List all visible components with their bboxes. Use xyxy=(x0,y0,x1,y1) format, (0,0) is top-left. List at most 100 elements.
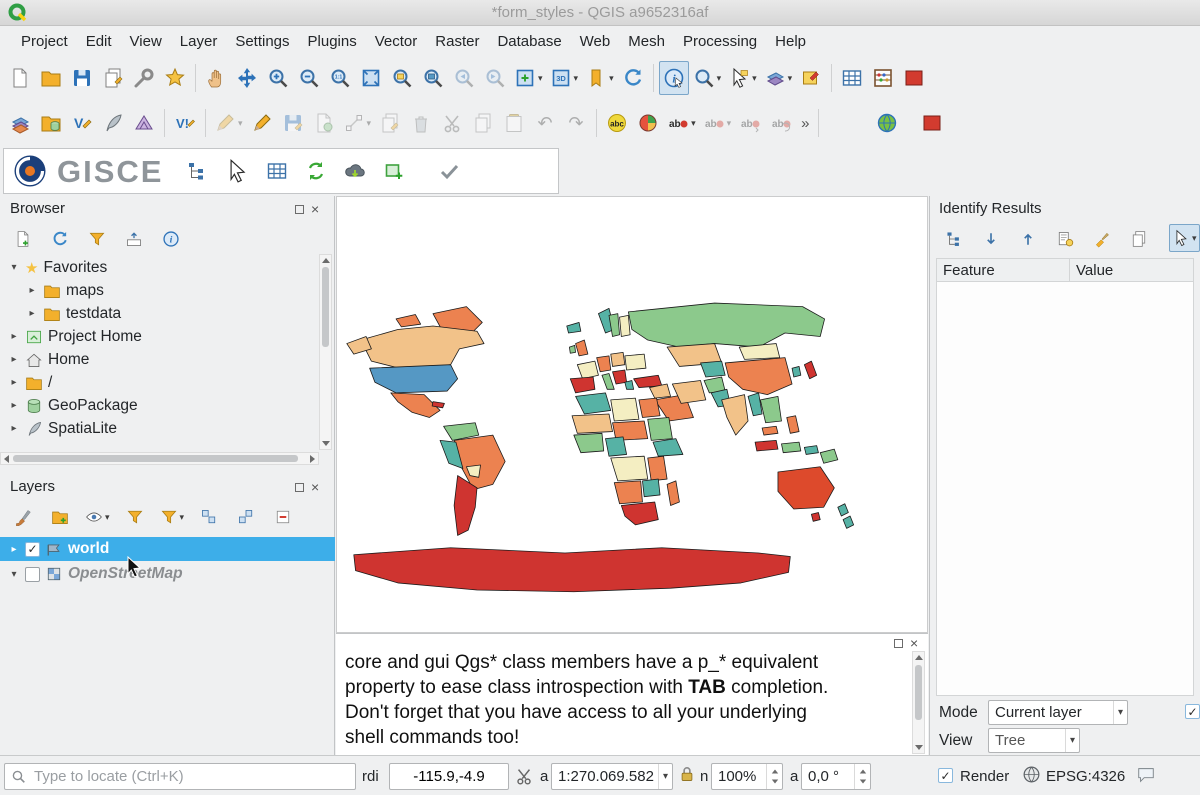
browser-item-testdata[interactable]: ▸ testdata xyxy=(0,302,318,325)
zoom-in-button[interactable] xyxy=(263,61,293,95)
float-panel-button[interactable] xyxy=(295,483,304,492)
new-3d-map-view-button[interactable]: 3D▾ xyxy=(547,61,582,95)
browser-properties-button[interactable] xyxy=(156,226,186,252)
filter-browser-button[interactable] xyxy=(82,226,112,252)
metasearch-button[interactable] xyxy=(872,106,902,140)
render-checkbox[interactable]: ✓ xyxy=(938,768,953,783)
layer-styling-button[interactable] xyxy=(8,504,38,530)
pan-map-button[interactable] xyxy=(201,61,231,95)
show-bookmarks-button[interactable]: ▾ xyxy=(582,61,617,95)
zoom-next-button[interactable] xyxy=(480,61,510,95)
console-vertical-scrollbar[interactable] xyxy=(912,651,925,754)
new-spatialite-layer-button[interactable] xyxy=(98,106,128,140)
spin-buttons[interactable] xyxy=(854,764,870,789)
collapse-all-layers-button[interactable] xyxy=(231,504,261,530)
browser-item-geopackage[interactable]: ▸ GeoPackage xyxy=(0,394,318,417)
identify-auto-open-form-button[interactable] xyxy=(1050,226,1080,252)
expander-icon[interactable]: ▾ xyxy=(8,569,20,580)
new-mesh-layer-button[interactable] xyxy=(129,106,159,140)
save-layer-edits-button[interactable] xyxy=(278,106,308,140)
expander-icon[interactable]: ▸ xyxy=(8,377,20,388)
clipped-toolbar-button[interactable] xyxy=(899,61,927,95)
vertex-tool-button[interactable]: ▾ xyxy=(340,106,375,140)
modify-attributes-button[interactable] xyxy=(375,106,405,140)
menu-view[interactable]: View xyxy=(121,28,171,55)
zoom-last-button[interactable] xyxy=(449,61,479,95)
menu-layer[interactable]: Layer xyxy=(171,28,227,55)
zoom-native-button[interactable]: 1:1 xyxy=(325,61,355,95)
browser-item-home[interactable]: ▸ Home xyxy=(0,348,318,371)
zoom-to-selection-button[interactable] xyxy=(387,61,417,95)
expand-all-layers-button[interactable] xyxy=(194,504,224,530)
menu-processing[interactable]: Processing xyxy=(674,28,766,55)
expander-icon[interactable]: ▸ xyxy=(26,285,38,296)
add-selected-layers-button[interactable] xyxy=(8,226,38,252)
manage-map-themes-button[interactable]: ▾ xyxy=(82,504,113,530)
layer-item-openstreetmap[interactable]: ▾ OpenStreetMap xyxy=(0,562,318,586)
identify-results-table[interactable] xyxy=(936,282,1194,696)
toolbar-overflow-icon[interactable]: » xyxy=(797,115,813,132)
float-panel-button[interactable] xyxy=(295,205,304,214)
menu-web[interactable]: Web xyxy=(571,28,620,55)
gisce-sync-button[interactable] xyxy=(301,154,331,188)
paste-features-button[interactable] xyxy=(499,106,529,140)
layer-diagram-button[interactable] xyxy=(633,106,663,140)
data-source-manager-button[interactable] xyxy=(5,106,35,140)
deselect-features-button[interactable]: ▾ xyxy=(761,61,796,95)
identify-expand-all-button[interactable] xyxy=(976,226,1006,252)
select-features-menu-button[interactable]: ▾ xyxy=(690,61,725,95)
add-feature-button[interactable] xyxy=(309,106,339,140)
rotate-label-button[interactable] xyxy=(766,106,796,140)
menu-database[interactable]: Database xyxy=(488,28,570,55)
add-group-button[interactable] xyxy=(45,504,75,530)
clipped-toolbar-button-2[interactable] xyxy=(917,106,945,140)
pin-labels-button[interactable]: ▾ xyxy=(664,106,699,140)
expander-icon[interactable]: ▸ xyxy=(8,354,20,365)
map-canvas[interactable] xyxy=(336,196,928,633)
toggle-editing-button[interactable] xyxy=(247,106,277,140)
filter-legend-button[interactable] xyxy=(120,504,150,530)
browser-item-maps[interactable]: ▸ maps xyxy=(0,279,318,302)
feature-column-header[interactable]: Feature xyxy=(936,258,1070,282)
identify-mode-combo[interactable]: Current layer ▾ xyxy=(988,700,1128,725)
layer-labeling-button[interactable] xyxy=(602,106,632,140)
menu-vector[interactable]: Vector xyxy=(366,28,427,55)
refresh-map-button[interactable] xyxy=(618,61,648,95)
gisce-validate-button[interactable] xyxy=(434,154,464,188)
new-project-button[interactable] xyxy=(5,61,35,95)
cut-features-button[interactable] xyxy=(437,106,467,140)
copy-features-button[interactable] xyxy=(468,106,498,140)
refresh-browser-button[interactable] xyxy=(45,226,75,252)
spin-buttons[interactable] xyxy=(766,764,782,789)
magnifier-spinbox[interactable]: 100% xyxy=(711,763,783,790)
gisce-new-map-button[interactable] xyxy=(379,154,409,188)
menu-plugins[interactable]: Plugins xyxy=(299,28,366,55)
browser-item-spatialite[interactable]: ▸ SpatiaLite xyxy=(0,417,318,440)
crs-status-button[interactable] xyxy=(1022,765,1041,788)
toggle-extents-button[interactable] xyxy=(514,764,534,792)
expander-icon[interactable]: ▸ xyxy=(8,423,20,434)
open-attribute-table-button[interactable] xyxy=(837,61,867,95)
expander-icon[interactable]: ▸ xyxy=(8,331,20,342)
zoom-to-layer-button[interactable] xyxy=(418,61,448,95)
save-project-button[interactable] xyxy=(67,61,97,95)
gisce-open-table-button[interactable] xyxy=(262,154,292,188)
pan-to-selection-button[interactable] xyxy=(232,61,262,95)
identify-features-button[interactable] xyxy=(659,61,689,95)
remove-layer-button[interactable] xyxy=(268,504,298,530)
expander-icon[interactable]: ▸ xyxy=(8,400,20,411)
select-features-button[interactable]: ▾ xyxy=(725,61,760,95)
close-panel-button[interactable]: × xyxy=(910,638,918,648)
python-console-output[interactable]: × core and gui Qgs* class members have a… xyxy=(336,633,928,755)
statistical-summary-button[interactable] xyxy=(868,61,898,95)
identify-clear-results-button[interactable] xyxy=(1087,226,1117,252)
save-project-as-button[interactable] xyxy=(98,61,128,95)
identify-copy-button[interactable] xyxy=(1124,226,1154,252)
add-database-layer-button[interactable] xyxy=(36,106,66,140)
zoom-full-button[interactable] xyxy=(356,61,386,95)
float-panel-button[interactable] xyxy=(894,639,903,648)
close-panel-button[interactable]: × xyxy=(311,204,319,214)
identify-view-combo[interactable]: Tree ▾ xyxy=(988,728,1080,753)
expander-icon[interactable]: ▾ xyxy=(8,262,20,273)
value-column-header[interactable]: Value xyxy=(1070,258,1194,282)
